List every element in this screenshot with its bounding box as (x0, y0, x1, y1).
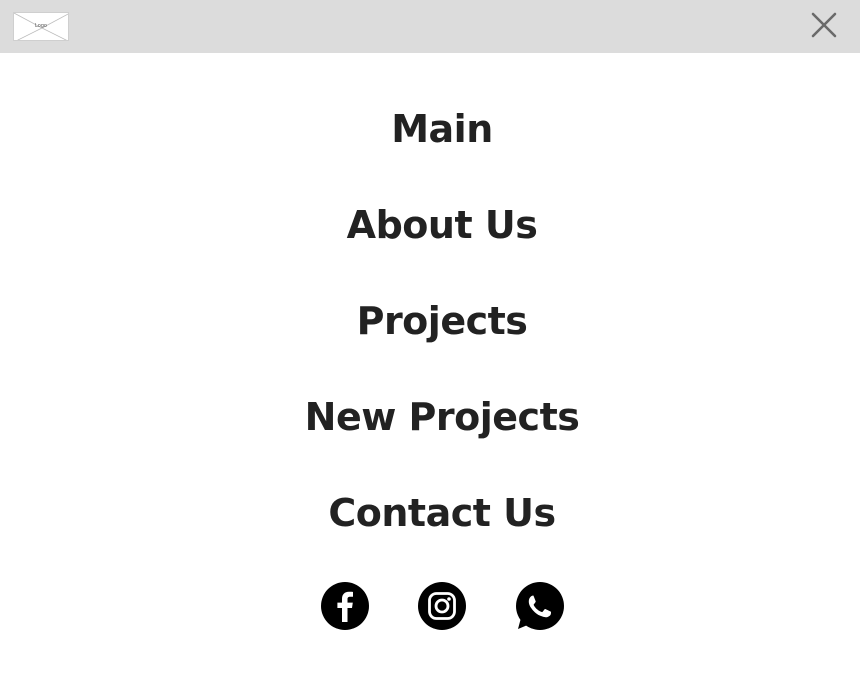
menu-item-main[interactable]: Main (0, 105, 860, 153)
facebook-icon (337, 591, 353, 622)
menu-item-contact-us[interactable]: Contact Us (0, 489, 860, 537)
instagram-button[interactable] (418, 582, 466, 630)
instagram-icon (428, 592, 456, 620)
menu-item-new-projects[interactable]: New Projects (0, 393, 860, 441)
menu-item-about-us[interactable]: About Us (0, 201, 860, 249)
logo[interactable]: Logo (13, 12, 69, 41)
whatsapp-button[interactable] (516, 582, 564, 630)
menu-item-projects[interactable]: Projects (0, 297, 860, 345)
close-button[interactable] (808, 9, 840, 41)
facebook-button[interactable] (321, 582, 369, 630)
logo-text: Logo (35, 23, 47, 29)
header-bar: Logo (0, 0, 860, 53)
whatsapp-icon (518, 595, 552, 629)
close-icon (811, 12, 837, 38)
